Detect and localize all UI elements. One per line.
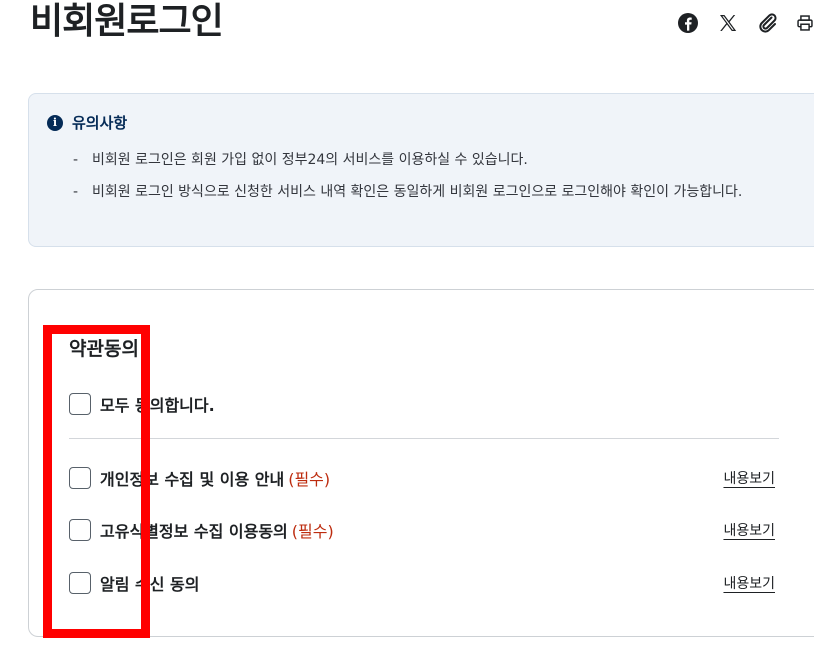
agree-all-checkbox[interactable] (69, 393, 91, 415)
info-icon: i (47, 114, 63, 131)
divider (69, 438, 779, 439)
agree-all-row[interactable]: 모두 동의합니다. (69, 392, 775, 416)
notification-consent-label[interactable]: 알림 수신 동의 (100, 571, 723, 595)
notice-title: 유의사항 (72, 114, 128, 132)
notification-view-link[interactable]: 내용보기 (723, 573, 775, 593)
share-toolbar (676, 11, 814, 35)
agree-all-label[interactable]: 모두 동의합니다. (100, 392, 775, 416)
terms-item-privacy: 개인정보 수집 및 이용 안내 (필수) 내용보기 (69, 466, 775, 490)
link-icon[interactable] (756, 11, 780, 35)
terms-title: 약관동의 (69, 338, 139, 360)
privacy-view-link[interactable]: 내용보기 (723, 468, 775, 488)
notice-item: - 비회원 로그인은 회원 가입 없이 정부24의 서비스를 이용하실 수 있습니… (73, 152, 528, 168)
terms-item-unique-id: 고유식별정보 수집 이용동의 (필수) 내용보기 (69, 518, 775, 542)
terms-agreement-card: 약관동의 모두 동의합니다. 개인정보 수집 및 이용 안내 (필수) 내용보기 … (28, 289, 814, 637)
x-icon[interactable] (716, 11, 740, 35)
unique-id-consent-checkbox[interactable] (69, 519, 91, 541)
page: 비회원로그인 i 유의사항 - 비회원 로그인은 회원 가입 없이 정부24의 … (0, 0, 814, 647)
privacy-consent-checkbox[interactable] (69, 467, 91, 489)
notification-consent-checkbox[interactable] (69, 572, 91, 594)
notice-box: i 유의사항 - 비회원 로그인은 회원 가입 없이 정부24의 서비스를 이용하… (28, 93, 814, 247)
facebook-icon[interactable] (676, 11, 700, 35)
print-icon[interactable] (796, 11, 814, 35)
terms-item-notification: 알림 수신 동의 내용보기 (69, 571, 775, 595)
privacy-consent-label[interactable]: 개인정보 수집 및 이용 안내 (필수) (100, 466, 723, 490)
required-tag: (필수) (288, 470, 331, 489)
notice-list: - 비회원 로그인은 회원 가입 없이 정부24의 서비스를 이용하실 수 있습니… (73, 147, 809, 211)
unique-id-view-link[interactable]: 내용보기 (723, 520, 775, 540)
page-title: 비회원로그인 (30, 1, 224, 42)
notice-header: i 유의사항 (47, 112, 127, 133)
notice-item: - 비회원 로그인 방식으로 신청한 서비스 내역 확인은 동일하게 비회원 로그… (73, 184, 743, 200)
required-tag: (필수) (291, 522, 334, 541)
unique-id-consent-label[interactable]: 고유식별정보 수집 이용동의 (필수) (100, 518, 723, 542)
